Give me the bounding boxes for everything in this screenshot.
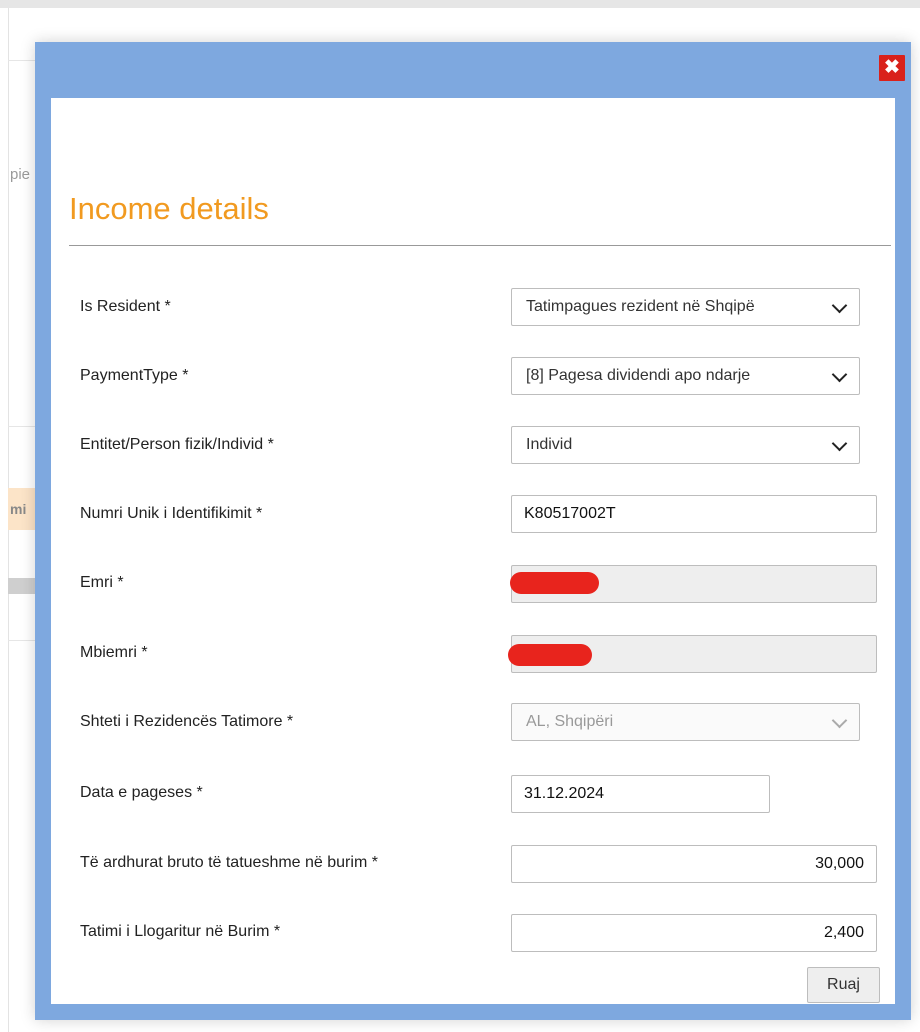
payment-date-input[interactable]: 31.12.2024 bbox=[511, 775, 770, 813]
tax-residence-country-label: Shteti i Rezidencës Tatimore * bbox=[80, 713, 294, 730]
dialog-title: Income details bbox=[69, 191, 269, 226]
chevron-down-icon bbox=[831, 712, 848, 729]
close-button[interactable]: ✖ bbox=[879, 55, 905, 81]
last-name-label: Mbiemri * bbox=[80, 644, 148, 661]
nuis-input[interactable]: K80517002T bbox=[511, 495, 877, 533]
payment-type-value: [8] Pagesa dividendi apo ndarje bbox=[526, 367, 751, 384]
withheld-tax-label: Tatimi i Llogaritur në Burim * bbox=[80, 923, 281, 940]
payment-type-select[interactable]: [8] Pagesa dividendi apo ndarje bbox=[511, 357, 860, 395]
redaction-mark bbox=[508, 644, 592, 666]
redaction-mark bbox=[510, 572, 599, 594]
nuis-label: Numri Unik i Identifikimit * bbox=[80, 505, 263, 522]
entity-type-select[interactable]: Individ bbox=[511, 426, 860, 464]
chevron-down-icon bbox=[831, 366, 848, 383]
is-resident-select[interactable]: Tatimpagues rezident në Shqipë bbox=[511, 288, 860, 326]
tax-residence-country-value: AL, Shqipëri bbox=[526, 713, 614, 730]
chevron-down-icon bbox=[831, 435, 848, 452]
dialog-body: Income details Is Resident * Tatimpagues… bbox=[51, 98, 895, 1004]
is-resident-value: Tatimpagues rezident në Shqipë bbox=[526, 298, 755, 315]
first-name-label: Emri * bbox=[80, 574, 124, 591]
payment-date-label: Data e pageses * bbox=[80, 784, 203, 801]
entity-type-label: Entitet/Person fizik/Individ * bbox=[80, 436, 274, 453]
is-resident-label: Is Resident * bbox=[80, 298, 171, 315]
gross-income-label: Të ardhurat bruto të tatueshme në burim … bbox=[80, 854, 378, 871]
gross-income-input[interactable]: 30,000 bbox=[511, 845, 877, 883]
background-text-fragment: pie bbox=[10, 166, 31, 183]
payment-type-label: PaymentType * bbox=[80, 367, 189, 384]
close-icon: ✖ bbox=[884, 57, 900, 78]
title-divider bbox=[69, 245, 891, 246]
tax-residence-country-select: AL, Shqipëri bbox=[511, 703, 860, 741]
page-top-border bbox=[0, 0, 920, 8]
save-button[interactable]: Ruaj bbox=[807, 967, 880, 1003]
income-details-dialog: ✖ Income details Is Resident * Tatimpagu… bbox=[35, 42, 911, 1020]
background-divider bbox=[8, 60, 38, 61]
chevron-down-icon bbox=[831, 297, 848, 314]
background-divider bbox=[8, 640, 38, 641]
entity-type-value: Individ bbox=[526, 436, 573, 453]
withheld-tax-input[interactable]: 2,400 bbox=[511, 914, 877, 952]
background-divider bbox=[8, 426, 38, 427]
